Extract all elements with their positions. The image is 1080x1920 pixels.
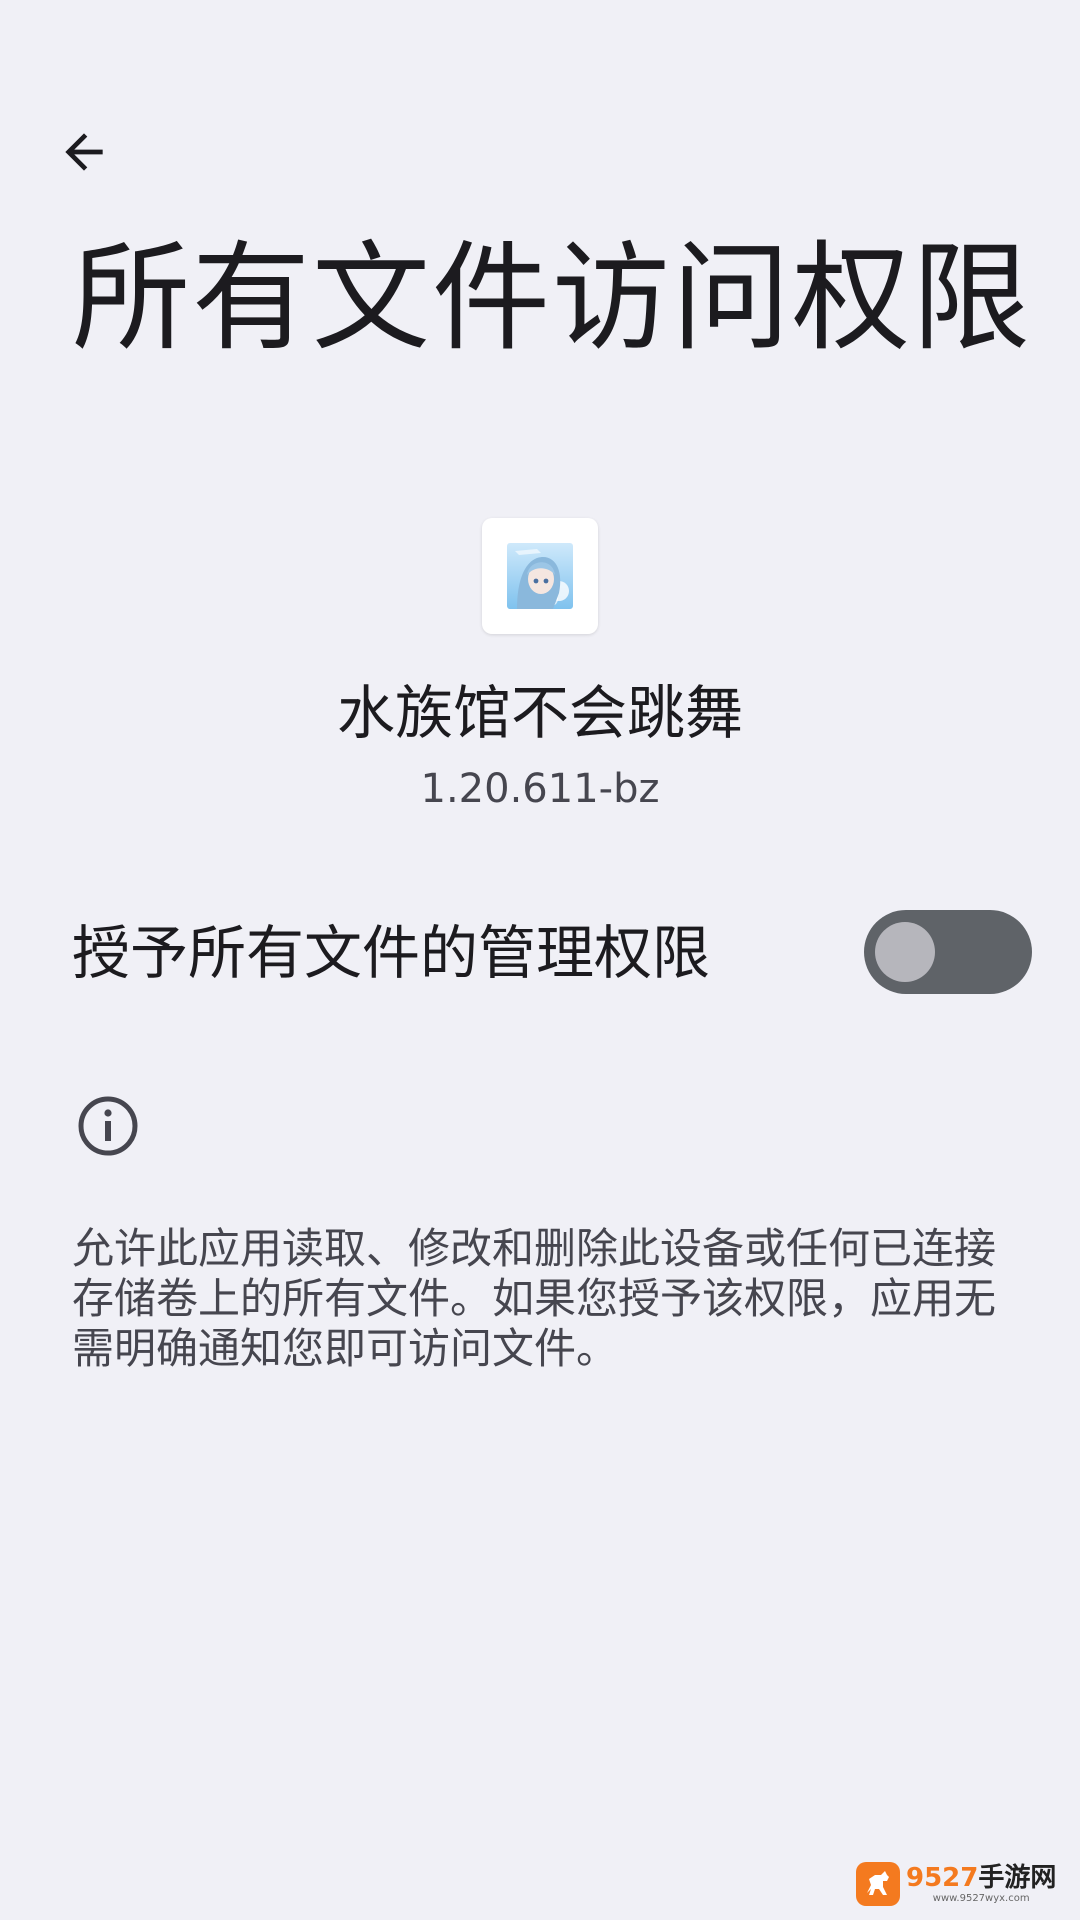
- app-icon: [482, 518, 598, 634]
- info-icon: [78, 1096, 138, 1156]
- permission-row[interactable]: 授予所有文件的管理权限: [0, 900, 1080, 1004]
- watermark: 9527手游网 www.9527wyx.com: [856, 1860, 1056, 1908]
- back-button[interactable]: [44, 112, 124, 192]
- toggle-thumb: [875, 922, 935, 982]
- watermark-url: www.9527wyx.com: [932, 1892, 1030, 1904]
- app-version: 1.20.611-bz: [420, 766, 660, 812]
- horse-logo-icon: [856, 1862, 900, 1906]
- watermark-name: 手游网: [978, 1862, 1057, 1893]
- permission-label: 授予所有文件的管理权限: [72, 919, 711, 987]
- app-icon-image: [507, 543, 573, 609]
- app-name: 水族馆不会跳舞: [336, 679, 743, 747]
- arrow-back-icon: [65, 133, 103, 171]
- page-title: 所有文件访问权限: [72, 229, 1033, 367]
- watermark-number: 9527: [906, 1862, 979, 1893]
- permission-description: 允许此应用读取、修改和删除此设备或任何已连接存储卷上的所有文件。如果您授予该权限…: [72, 1224, 997, 1373]
- permission-toggle[interactable]: [864, 910, 1032, 994]
